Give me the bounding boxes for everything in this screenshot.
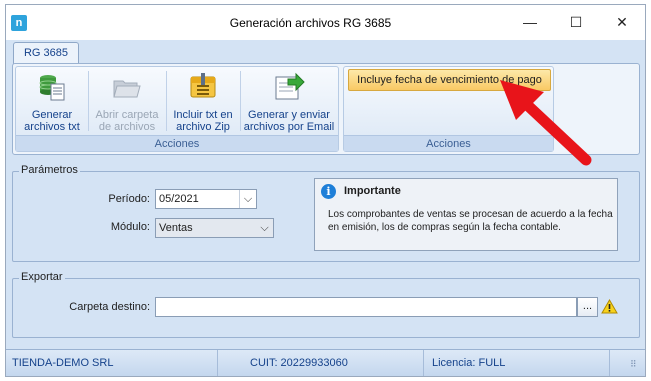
ribbon-group-caption: Acciones bbox=[16, 135, 338, 151]
status-licencia: Licencia: FULL bbox=[424, 350, 610, 376]
ribbon-tab-bar: RG 3685 bbox=[6, 40, 645, 65]
modulo-select[interactable]: Ventas ⌵ bbox=[155, 218, 274, 238]
generar-label-line2: archivos txt bbox=[24, 121, 80, 133]
info-text: Los comprobantes de ventas se procesan d… bbox=[328, 209, 613, 233]
carpeta-destino-input[interactable] bbox=[155, 297, 577, 317]
status-cuit: CUIT: 20229933060 bbox=[218, 350, 424, 376]
generar-label-line1: Generar bbox=[31, 109, 73, 121]
importante-info-panel: i Importante Los comprobantes de ventas … bbox=[314, 178, 618, 251]
periodo-select[interactable]: 05/2021 ⌵ bbox=[155, 189, 257, 209]
zip-archive-icon bbox=[190, 73, 216, 98]
chevron-down-icon[interactable]: ⌵ bbox=[239, 190, 256, 208]
status-company: TIENDA-DEMO SRL bbox=[6, 350, 218, 376]
parametros-legend: Parámetros bbox=[19, 164, 80, 176]
app-window: n Generación archivos RG 3685 — ☐ ✕ RG 3… bbox=[5, 4, 646, 377]
tab-rg3685[interactable]: RG 3685 bbox=[13, 42, 79, 65]
info-icon: i bbox=[321, 184, 336, 199]
email-label-line1: Generar y enviar bbox=[248, 109, 330, 121]
warning-icon bbox=[601, 299, 618, 314]
maximize-button[interactable]: ☐ bbox=[553, 5, 599, 40]
browse-folder-button[interactable]: ... bbox=[577, 297, 598, 317]
status-bar: TIENDA-DEMO SRL CUIT: 20229933060 Licenc… bbox=[6, 349, 645, 376]
info-title: Importante bbox=[344, 185, 401, 197]
minimize-button[interactable]: — bbox=[507, 5, 553, 40]
generar-archivos-txt-button[interactable]: Generar archivos txt bbox=[18, 69, 86, 135]
ribbon: Generar archivos txt Abrir carpeta de ar… bbox=[12, 63, 640, 155]
periodo-label: Período: bbox=[108, 193, 150, 205]
periodo-value: 05/2021 bbox=[159, 193, 199, 205]
abrir-label-line1: Abrir carpeta bbox=[95, 109, 159, 121]
zip-label-line1: Incluir txt en bbox=[173, 109, 233, 121]
abrir-label-line2: de archivos bbox=[98, 121, 156, 133]
ribbon-group-acciones-main: Generar archivos txt Abrir carpeta de ar… bbox=[15, 66, 339, 152]
resize-grip-icon[interactable]: ⠿ bbox=[630, 360, 642, 373]
database-file-icon bbox=[39, 75, 65, 101]
ribbon-group-acciones-options: Incluye fecha de vencimiento de pago Acc… bbox=[343, 66, 554, 152]
incluye-fecha-vencimiento-toggle[interactable]: Incluye fecha de vencimiento de pago bbox=[348, 69, 551, 91]
carpeta-destino-label: Carpeta destino: bbox=[69, 301, 150, 313]
modulo-value: Ventas bbox=[159, 222, 193, 234]
close-button[interactable]: ✕ bbox=[599, 5, 645, 40]
open-folder-icon bbox=[113, 80, 141, 98]
ribbon-group-caption: Acciones bbox=[344, 135, 553, 151]
zip-label-line2: archivo Zip bbox=[176, 121, 230, 133]
abrir-carpeta-button[interactable]: Abrir carpeta de archivos bbox=[90, 69, 164, 135]
ribbon-separator bbox=[166, 71, 167, 131]
email-label-line2: archivos por Email bbox=[243, 121, 335, 133]
title-bar: n Generación archivos RG 3685 — ☐ ✕ bbox=[6, 5, 645, 40]
modulo-label: Módulo: bbox=[110, 221, 150, 233]
send-email-icon bbox=[275, 72, 305, 100]
generar-enviar-email-button[interactable]: Generar y enviar archivos por Email bbox=[240, 69, 338, 135]
exportar-legend: Exportar bbox=[19, 271, 65, 283]
ribbon-separator bbox=[88, 71, 89, 131]
incluir-txt-zip-button[interactable]: Incluir txt en archivo Zip bbox=[168, 69, 238, 135]
chevron-down-icon[interactable]: ⌵ bbox=[256, 219, 273, 237]
